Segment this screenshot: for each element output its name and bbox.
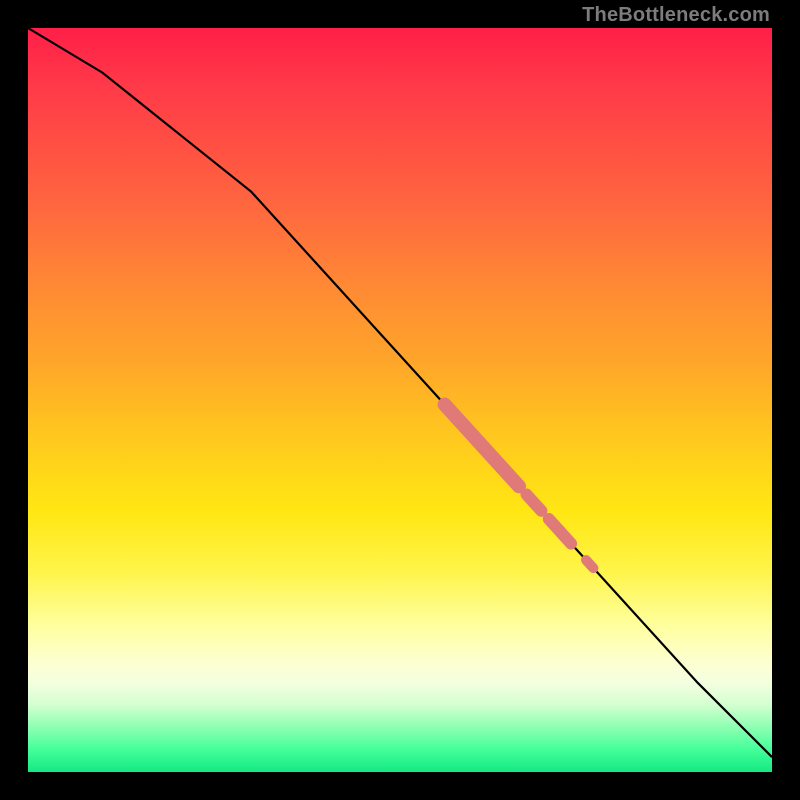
highlight-segment: [586, 560, 593, 568]
plot-area: [28, 28, 772, 772]
highlight-segment: [527, 495, 542, 511]
chart-frame: TheBottleneck.com: [0, 0, 800, 800]
line-chart-svg: [28, 28, 772, 772]
highlight-segment: [549, 519, 571, 544]
highlight-segment: [445, 405, 519, 487]
watermark-text: TheBottleneck.com: [582, 4, 770, 27]
highlighted-segments: [445, 405, 594, 569]
bottleneck-curve: [28, 28, 772, 757]
